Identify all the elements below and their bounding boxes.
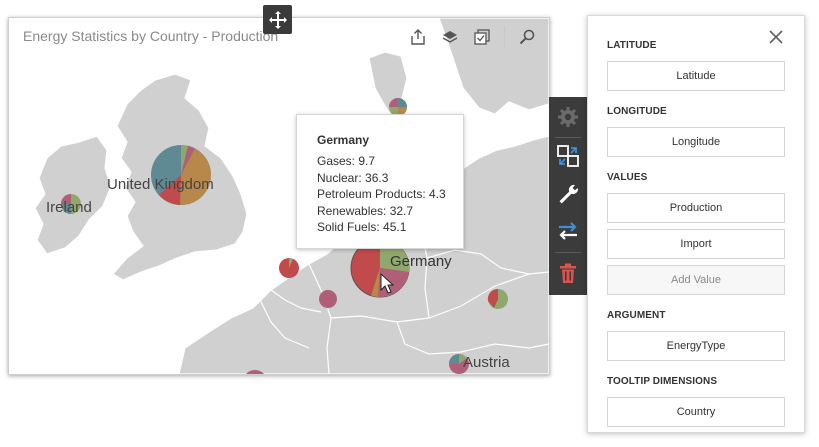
- value-import-button[interactable]: Import: [607, 229, 785, 259]
- map-canvas[interactable]: [9, 18, 549, 374]
- tooltip-dimension-button[interactable]: Country: [607, 397, 785, 427]
- gear-icon[interactable]: [554, 103, 582, 131]
- pie-united-kingdom[interactable]: [151, 144, 211, 206]
- label-germany: Germany: [390, 253, 452, 270]
- close-icon[interactable]: [766, 27, 786, 47]
- convert-icon[interactable]: [554, 142, 582, 170]
- layers-icon[interactable]: [438, 25, 462, 49]
- export-icon[interactable]: [406, 25, 430, 49]
- map-tooltip: Germany Gases: 9.7 Nuclear: 36.3 Petrole…: [296, 114, 464, 249]
- section-label-latitude: LATITUDE: [607, 40, 657, 51]
- value-production-button[interactable]: Production: [607, 193, 785, 223]
- tooltip-line: Renewables: 32.7: [317, 203, 414, 218]
- map-widget[interactable]: Energy Statistics by Country - Productio…: [8, 17, 550, 375]
- tooltip-line: Petroleum Products: 4.3: [317, 187, 446, 201]
- zoom-icon[interactable]: [515, 25, 539, 49]
- trash-icon[interactable]: [554, 259, 582, 287]
- argument-field-button[interactable]: EnergyType: [607, 331, 785, 361]
- add-value-button[interactable]: Add Value: [607, 265, 785, 295]
- map-title: Energy Statistics by Country - Productio…: [23, 28, 279, 44]
- tooltip-line: Nuclear: 36.3: [317, 170, 389, 185]
- map-toolbar: [406, 25, 539, 49]
- pie-belgium[interactable]: [279, 258, 299, 278]
- latitude-field-button[interactable]: Latitude: [607, 61, 785, 91]
- section-label-tooltip-dimensions: TOOLTIP DIMENSIONS: [607, 376, 718, 387]
- section-label-argument: ARGUMENT: [607, 310, 666, 321]
- item-action-bar: [549, 97, 587, 295]
- section-label-values: VALUES: [607, 172, 648, 183]
- label-austria: Austria: [463, 354, 510, 371]
- tooltip-title: Germany: [317, 133, 370, 147]
- move-handle[interactable]: [263, 5, 292, 34]
- swap-icon[interactable]: [554, 217, 582, 245]
- tooltip-line: Solid Fuels: 45.1: [317, 220, 407, 234]
- tooltip-line: Gases: 9.7: [317, 154, 376, 168]
- multiselect-icon[interactable]: [470, 25, 494, 49]
- wrench-icon[interactable]: [554, 180, 582, 208]
- section-label-longitude: LONGITUDE: [607, 106, 667, 117]
- longitude-field-button[interactable]: Longitude: [607, 127, 785, 157]
- label-ireland: Ireland: [46, 199, 92, 216]
- binding-panel: LATITUDE Latitude LONGITUDE Longitude VA…: [587, 15, 805, 433]
- label-united-kingdom: United Kingdom: [107, 176, 214, 193]
- move-arrows-icon: [268, 10, 287, 29]
- pie-luxembourg[interactable]: [319, 290, 337, 308]
